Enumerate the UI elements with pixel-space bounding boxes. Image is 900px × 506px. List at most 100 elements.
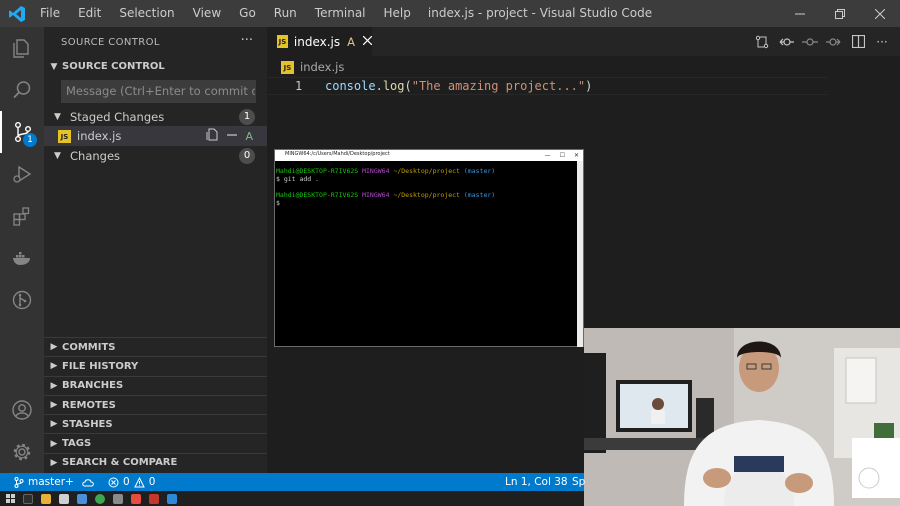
section-stashes[interactable]: ▶ STASHES xyxy=(44,414,267,433)
git-bash-terminal-window[interactable]: MINGW64:/c/Users/Mahdi/Desktop/project —… xyxy=(274,149,584,347)
terminal-maximize-button[interactable]: ☐ xyxy=(560,150,565,161)
explorer-icon xyxy=(13,39,29,58)
section-label: STASHES xyxy=(62,418,113,430)
indentation-status[interactable]: Sp xyxy=(572,473,585,491)
app-icon[interactable] xyxy=(131,493,141,504)
settings-button[interactable] xyxy=(0,431,44,473)
staged-changes-group[interactable]: ▼ Staged Changes 1 xyxy=(44,107,267,127)
open-changes-button[interactable] xyxy=(754,34,770,50)
task-view-icon[interactable] xyxy=(23,493,33,504)
section-file-history[interactable]: ▶ FILE HISTORY xyxy=(44,356,267,375)
menu-selection[interactable]: Selection xyxy=(119,0,174,27)
terminal-prompt-line: Mahdi@DESKTOP-R7IV62S MINGW64 ~/Desktop/… xyxy=(276,191,574,199)
staged-file-row[interactable]: JS index.js A xyxy=(44,126,267,146)
extensions-button[interactable] xyxy=(0,195,44,237)
split-editor-button[interactable] xyxy=(850,34,866,50)
error-count: 0 xyxy=(123,476,130,488)
chevron-down-icon: ▼ xyxy=(54,112,61,122)
chevron-right-icon: ▶ xyxy=(50,419,58,430)
prompt-branch: (master) xyxy=(463,167,496,175)
code-token-paren-open: ( xyxy=(404,79,412,93)
terminal-title-bar[interactable]: MINGW64:/c/Users/Mahdi/Desktop/project —… xyxy=(275,150,583,161)
explorer-button[interactable] xyxy=(0,27,44,69)
file-explorer-icon[interactable] xyxy=(41,493,51,504)
menu-help[interactable]: Help xyxy=(384,0,411,27)
account-button[interactable] xyxy=(0,389,44,431)
section-search-compare[interactable]: ▶ SEARCH & COMPARE xyxy=(44,452,267,472)
staged-count-badge: 1 xyxy=(239,109,255,125)
branch-status[interactable]: master+ xyxy=(14,473,74,491)
tab-index-js[interactable]: JS index.js A xyxy=(267,27,373,56)
warning-icon xyxy=(133,476,145,487)
next-commit-button[interactable] xyxy=(826,34,842,50)
terminal-window-controls: — ☐ ✕ xyxy=(545,150,579,161)
minus-icon xyxy=(227,133,238,136)
prompt-user: Mahdi@DESKTOP-R7IV62S xyxy=(276,191,359,199)
terminal-output[interactable]: Mahdi@DESKTOP-R7IV62S MINGW64 ~/Desktop/… xyxy=(275,161,575,347)
breadcrumb-file: index.js xyxy=(300,60,345,74)
terminal-minimize-button[interactable]: — xyxy=(545,150,551,161)
search-icon xyxy=(13,81,31,99)
section-commits[interactable]: ▶ COMMITS xyxy=(44,337,267,356)
chrome-icon[interactable] xyxy=(95,493,105,504)
code-token-object: console xyxy=(325,79,376,93)
section-label: BRANCHES xyxy=(62,380,124,392)
section-tags[interactable]: ▶ TAGS xyxy=(44,433,267,452)
git-bash-icon[interactable] xyxy=(113,493,123,504)
editor-more-button[interactable]: ··· xyxy=(874,34,890,50)
store-icon[interactable] xyxy=(59,493,69,504)
source-control-button[interactable]: 1 xyxy=(0,111,44,153)
problems-status[interactable]: 0 0 xyxy=(108,473,155,491)
recorder-icon[interactable] xyxy=(149,493,159,504)
close-window-button[interactable] xyxy=(860,0,900,27)
run-debug-button[interactable] xyxy=(0,153,44,195)
terminal-scrollbar[interactable] xyxy=(577,161,583,347)
previous-commit-button[interactable] xyxy=(778,34,794,50)
terminal-close-button[interactable]: ✕ xyxy=(574,150,579,161)
windows-start-button[interactable] xyxy=(6,494,15,503)
menu-edit[interactable]: Edit xyxy=(78,0,101,27)
section-label: FILE HISTORY xyxy=(62,360,139,372)
menu-file[interactable]: File xyxy=(40,0,60,27)
git-graph-button[interactable] xyxy=(0,279,44,321)
commit-icon xyxy=(802,37,818,46)
cloud-sync-icon xyxy=(82,478,94,486)
js-file-icon: JS xyxy=(58,129,71,143)
commit-button[interactable] xyxy=(802,34,818,50)
terminal-title: MINGW64:/c/Users/Mahdi/Desktop/project xyxy=(285,151,390,157)
sync-button[interactable] xyxy=(82,473,95,491)
tab-label: index.js xyxy=(293,34,341,49)
warning-count: 0 xyxy=(148,476,156,488)
more-actions-button[interactable]: ··· xyxy=(241,33,253,48)
code-line[interactable]: 1 console.log("The amazing project...") xyxy=(267,77,827,95)
close-tab-button[interactable] xyxy=(362,34,373,49)
cursor-position[interactable]: Ln 1, Col 38 xyxy=(505,473,568,491)
breadcrumb[interactable]: JS index.js xyxy=(281,60,344,74)
search-button[interactable] xyxy=(0,69,44,111)
commit-message-input[interactable]: Message (Ctrl+Enter to commit on '... xyxy=(61,80,256,103)
commit-previous-icon xyxy=(779,37,794,46)
minimize-button[interactable] xyxy=(780,0,820,27)
section-remotes[interactable]: ▶ REMOTES xyxy=(44,394,267,414)
menu-run[interactable]: Run xyxy=(274,0,297,27)
restore-button[interactable] xyxy=(820,0,860,27)
section-branches[interactable]: ▶ BRANCHES xyxy=(44,375,267,395)
changes-group[interactable]: ▼ Changes 0 xyxy=(44,146,267,166)
docker-button[interactable] xyxy=(0,237,44,279)
chevron-down-icon: ▼ xyxy=(54,151,61,161)
staged-changes-label: Staged Changes xyxy=(70,110,165,124)
extensions-icon xyxy=(13,207,30,226)
menu-terminal[interactable]: Terminal xyxy=(315,0,366,27)
vscode-taskbar-icon[interactable] xyxy=(167,493,177,504)
error-icon xyxy=(108,477,119,487)
open-file-button[interactable] xyxy=(206,128,219,144)
sidebar: SOURCE CONTROL ··· ▼ SOURCE CONTROL Mess… xyxy=(44,27,267,473)
docker-icon xyxy=(13,252,30,265)
menu-go[interactable]: Go xyxy=(239,0,256,27)
unstage-button[interactable] xyxy=(226,129,238,144)
terminal-prompt-line: Mahdi@DESKTOP-R7IV62S MINGW64 ~/Desktop/… xyxy=(276,167,574,175)
menu-view[interactable]: View xyxy=(193,0,221,27)
branch-name: master+ xyxy=(28,476,74,488)
mail-icon[interactable] xyxy=(77,493,87,504)
source-control-section-header[interactable]: ▼ SOURCE CONTROL xyxy=(44,57,267,76)
